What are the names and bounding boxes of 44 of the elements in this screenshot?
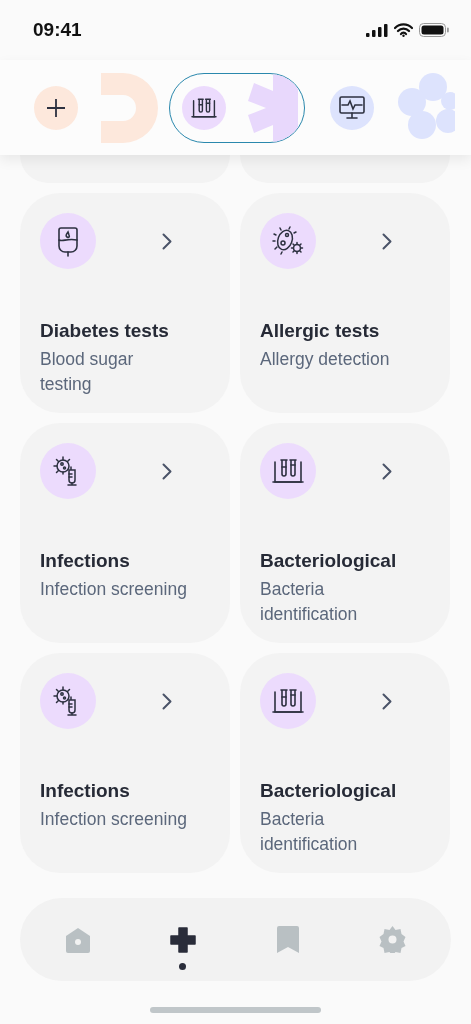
virus-syringe-icon xyxy=(40,443,96,499)
card-title: Infections xyxy=(40,779,131,803)
wifi-icon xyxy=(394,23,413,37)
chevron-right-icon xyxy=(162,462,172,480)
asterisk-shape xyxy=(248,73,298,142)
settings-icon xyxy=(379,926,406,953)
test-card[interactable]: Diabetes tests Blood sugar testing xyxy=(20,193,230,413)
card-subtitle: Allergy detection xyxy=(260,348,391,371)
arch-shape xyxy=(101,72,158,143)
active-dot xyxy=(179,963,186,970)
test-tubes-icon xyxy=(182,85,226,130)
card-title: Diabetes tests xyxy=(40,319,170,343)
test-card[interactable]: Bacteriological Bacteria identification xyxy=(240,423,450,643)
virus-syringe-icon xyxy=(40,673,96,729)
status-time: 09:41 xyxy=(33,19,82,41)
test-tubes-icon xyxy=(260,443,316,499)
drip-bag-icon xyxy=(40,213,96,269)
card-title: Infections xyxy=(40,549,131,573)
chevron-right-icon xyxy=(162,692,172,710)
chevron-right-icon xyxy=(382,232,392,250)
chevron-right-icon xyxy=(382,692,392,710)
home-icon xyxy=(64,926,91,953)
monitor-icon xyxy=(330,85,374,130)
card-title: Bacteriological xyxy=(260,779,398,803)
bacteria-icon xyxy=(260,213,316,269)
test-card[interactable]: Bacteriological Bacteria identification xyxy=(240,653,450,873)
card-subtitle: Infection screening xyxy=(40,578,188,601)
card-title: Bacteriological xyxy=(260,549,398,573)
chevron-right-icon xyxy=(382,462,392,480)
medical-cross-icon xyxy=(169,926,196,953)
card-subtitle: Infection screening xyxy=(40,808,188,831)
card-subtitle: Bacteria identification xyxy=(260,808,359,856)
test-card[interactable]: Infections Infection screening xyxy=(20,423,230,643)
test-card[interactable]: Allergic tests Allergy detection xyxy=(240,193,450,413)
bookmark-icon xyxy=(276,926,299,953)
test-card[interactable]: Infections Infection screening xyxy=(20,653,230,873)
plus-icon xyxy=(34,85,78,130)
card-subtitle: Blood sugar testing xyxy=(40,348,135,396)
signal-icon xyxy=(366,23,388,37)
battery-icon xyxy=(419,23,449,37)
card-subtitle: Bacteria identification xyxy=(260,578,359,626)
test-tubes-icon xyxy=(260,673,316,729)
chevron-right-icon xyxy=(162,232,172,250)
card-title: Allergic tests xyxy=(260,319,381,343)
